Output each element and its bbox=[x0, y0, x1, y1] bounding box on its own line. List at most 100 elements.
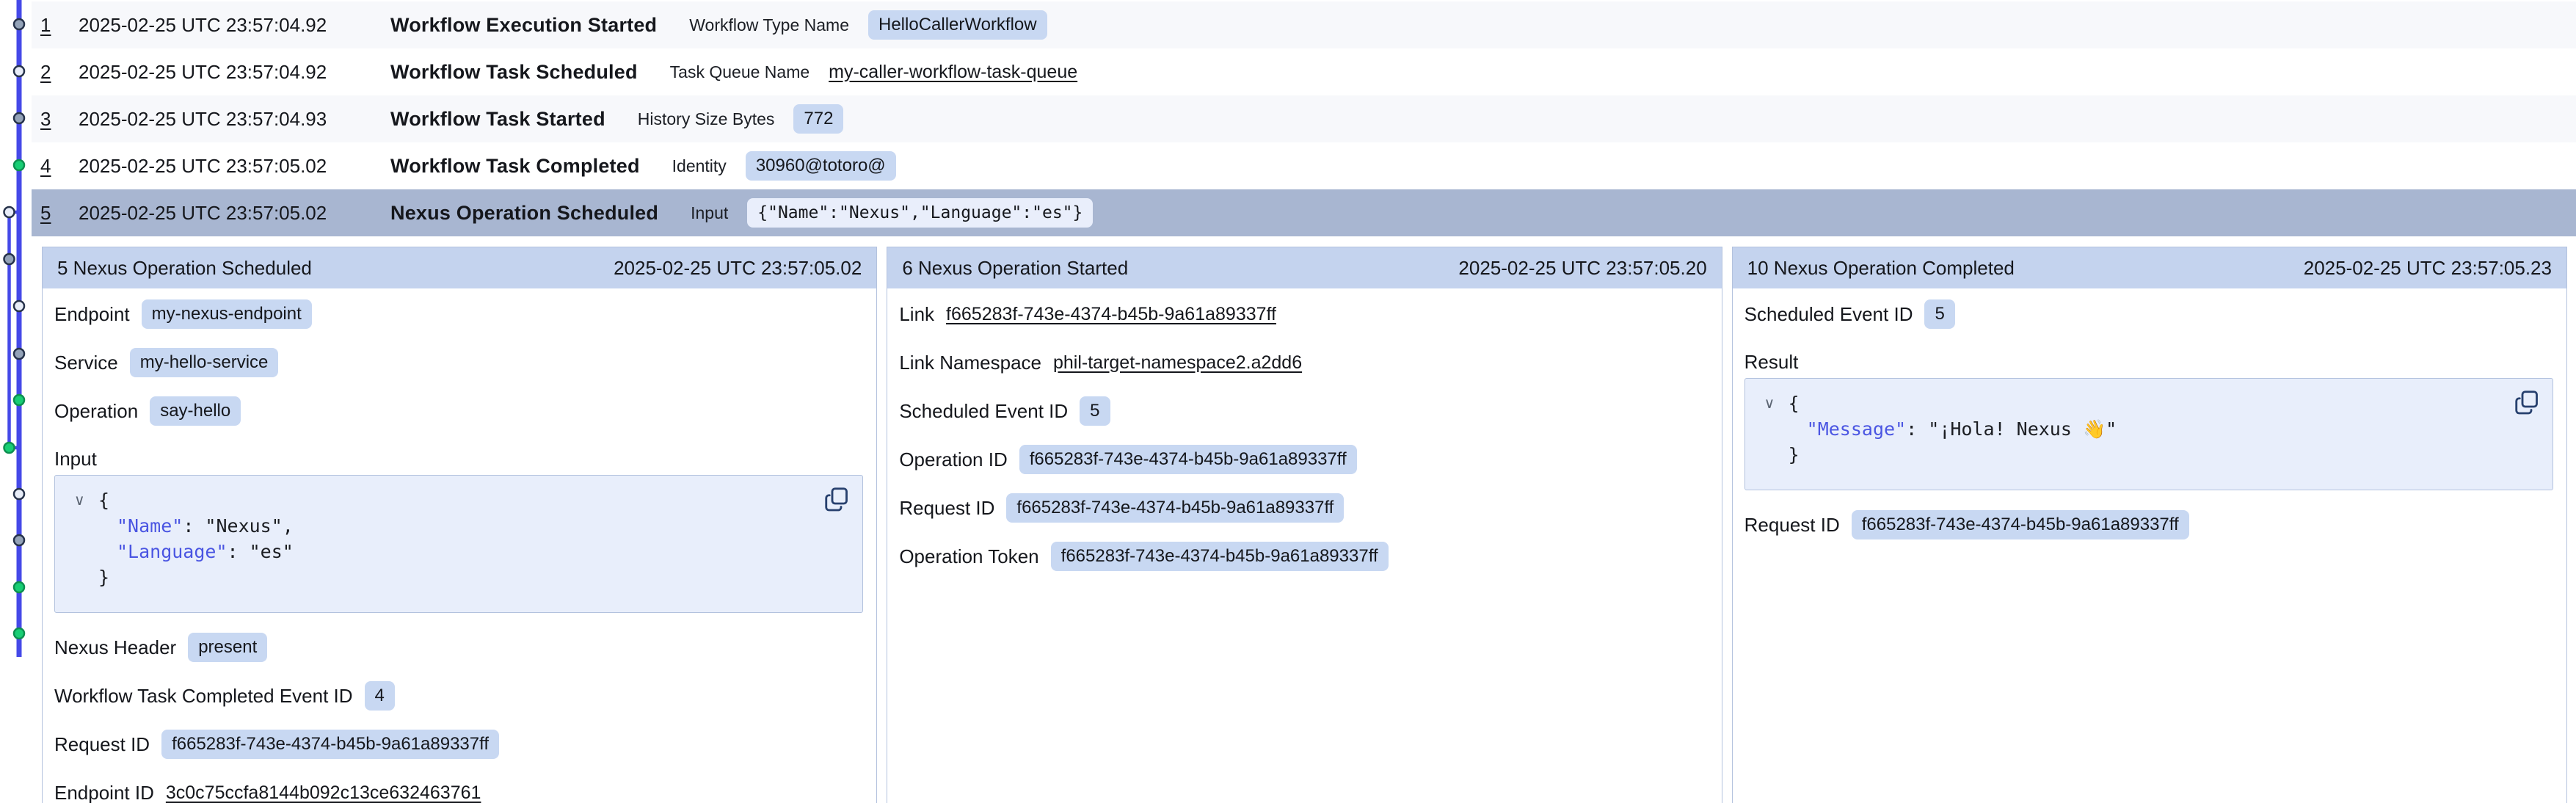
event-status-dot-started bbox=[14, 349, 24, 359]
json-line: } bbox=[74, 564, 848, 590]
panel-body: Link f665283f-743e-4374-b45b-9a61a89337f… bbox=[887, 288, 1721, 572]
event-history-rows: 1 2025-02-25 UTC 23:57:04.92 Workflow Ex… bbox=[32, 1, 2576, 236]
json-brace: { bbox=[1789, 390, 1800, 416]
panel-title: 6 Nexus Operation Started bbox=[902, 257, 1128, 280]
panel-nexus-operation-scheduled: 5 Nexus Operation Scheduled 2025-02-25 U… bbox=[42, 247, 877, 803]
panel-body: Scheduled Event ID 5 Result ∨{ "Message"… bbox=[1733, 288, 2566, 540]
field-request-id: Request ID f665283f-743e-4374-b45b-9a61a… bbox=[1744, 509, 2555, 540]
field-value-badge: present bbox=[188, 633, 267, 662]
copy-button[interactable] bbox=[2513, 389, 2541, 417]
event-attr-label: Identity bbox=[672, 156, 727, 176]
event-status-dot-scheduled bbox=[14, 489, 24, 499]
field-operation: Operation say-hello bbox=[54, 396, 865, 426]
copy-icon bbox=[2514, 389, 2540, 415]
event-id-link[interactable]: 1 bbox=[40, 14, 61, 37]
event-status-dot-scheduled bbox=[4, 207, 15, 217]
json-brace: } bbox=[1789, 442, 1800, 468]
event-id-link[interactable]: 3 bbox=[40, 108, 61, 131]
json-viewer-result: ∨{ "Message": "¡Hola! Nexus 👋" } bbox=[1744, 378, 2553, 490]
event-status-dot-completed bbox=[14, 395, 24, 405]
event-name: Workflow Task Scheduled bbox=[390, 61, 638, 84]
json-brace: } bbox=[98, 564, 109, 590]
field-workflow-task-completed-event-id: Workflow Task Completed Event ID 4 bbox=[54, 680, 865, 711]
event-timestamp: 2025-02-25 UTC 23:57:04.92 bbox=[79, 61, 368, 84]
field-label: Link Namespace bbox=[899, 352, 1041, 374]
event-id-link[interactable]: 5 bbox=[40, 202, 61, 225]
field-operation-id: Operation ID f665283f-743e-4374-b45b-9a6… bbox=[899, 444, 1709, 475]
copy-button[interactable] bbox=[823, 486, 851, 514]
field-endpoint-id: Endpoint ID 3c0c75ccfa8144b092c13ce63246… bbox=[54, 777, 865, 803]
event-status-dot-completed bbox=[14, 582, 24, 592]
field-input-label: Input bbox=[54, 444, 865, 470]
field-label: Operation Token bbox=[899, 545, 1038, 568]
field-request-id: Request ID f665283f-743e-4374-b45b-9a61a… bbox=[899, 493, 1709, 523]
field-label: Link bbox=[899, 303, 934, 326]
collapse-chevron-icon[interactable]: ∨ bbox=[1764, 390, 1789, 416]
copy-icon bbox=[823, 486, 850, 512]
event-status-dot-scheduled bbox=[14, 301, 24, 311]
field-result-label: Result bbox=[1744, 347, 2555, 374]
json-value: : "¡Hola! Nexus 👋" bbox=[1906, 416, 2117, 442]
json-viewer-input: ∨{ "Name": "Nexus", "Language": "es" } bbox=[54, 475, 863, 613]
event-attr-value-badge: {"Name":"Nexus","Language":"es"} bbox=[747, 198, 1093, 228]
event-status-dot-started bbox=[4, 254, 15, 264]
event-attr-value-badge: 772 bbox=[793, 104, 843, 134]
event-status-dot-started bbox=[14, 535, 24, 545]
link-value-link[interactable]: f665283f-743e-4374-b45b-9a61a89337ff bbox=[946, 304, 1276, 325]
field-value-badge: 5 bbox=[1924, 299, 1954, 329]
event-id-link[interactable]: 2 bbox=[40, 61, 61, 84]
event-detail-panels: 5 Nexus Operation Scheduled 2025-02-25 U… bbox=[42, 247, 2567, 803]
link-namespace-link[interactable]: phil-target-namespace2.a2dd6 bbox=[1053, 352, 1302, 374]
event-row-selected[interactable]: 5 2025-02-25 UTC 23:57:05.02 Nexus Opera… bbox=[32, 189, 2576, 236]
event-status-dot-scheduled bbox=[14, 66, 24, 76]
field-link-namespace: Link Namespace phil-target-namespace2.a2… bbox=[899, 347, 1709, 378]
field-label: Endpoint bbox=[54, 303, 130, 326]
event-timestamp: 2025-02-25 UTC 23:57:04.93 bbox=[79, 108, 368, 131]
event-attr-label: Workflow Type Name bbox=[689, 15, 849, 35]
event-row[interactable]: 3 2025-02-25 UTC 23:57:04.93 Workflow Ta… bbox=[32, 95, 2576, 142]
field-value-badge: f665283f-743e-4374-b45b-9a61a89337ff bbox=[1852, 510, 2189, 539]
field-scheduled-event-id: Scheduled Event ID 5 bbox=[1744, 299, 2555, 330]
json-line: ∨{ bbox=[1764, 390, 2538, 416]
field-value-badge: my-nexus-endpoint bbox=[142, 299, 312, 329]
field-value-badge: f665283f-743e-4374-b45b-9a61a89337ff bbox=[1019, 445, 1357, 474]
panel-header: 10 Nexus Operation Completed 2025-02-25 … bbox=[1733, 247, 2566, 288]
field-nexus-header: Nexus Header present bbox=[54, 632, 865, 663]
event-id-link[interactable]: 4 bbox=[40, 155, 61, 178]
field-request-id: Request ID f665283f-743e-4374-b45b-9a61a… bbox=[54, 729, 865, 760]
event-row[interactable]: 4 2025-02-25 UTC 23:57:05.02 Workflow Ta… bbox=[32, 142, 2576, 189]
task-queue-link[interactable]: my-caller-workflow-task-queue bbox=[829, 62, 1077, 83]
event-status-dot-completed bbox=[4, 443, 15, 453]
event-attr-label: Input bbox=[691, 203, 728, 223]
endpoint-id-link[interactable]: 3c0c75ccfa8144b092c13ce632463761 bbox=[166, 782, 481, 803]
event-timestamp: 2025-02-25 UTC 23:57:05.02 bbox=[79, 155, 368, 178]
event-name: Nexus Operation Scheduled bbox=[390, 202, 658, 225]
json-key: "Message" bbox=[1807, 416, 1906, 442]
timeline-branch-line bbox=[7, 212, 11, 448]
collapse-chevron-icon[interactable]: ∨ bbox=[74, 487, 98, 513]
panel-body: Endpoint my-nexus-endpoint Service my-he… bbox=[43, 288, 876, 803]
field-value-badge: 4 bbox=[365, 681, 395, 711]
json-line: "Message": "¡Hola! Nexus 👋" bbox=[1764, 416, 2538, 442]
timeline-main-line bbox=[17, 0, 22, 657]
event-row[interactable]: 1 2025-02-25 UTC 23:57:04.92 Workflow Ex… bbox=[32, 1, 2576, 48]
json-line: "Name": "Nexus", bbox=[74, 513, 848, 539]
json-line: ∨{ bbox=[74, 487, 848, 513]
event-name: Workflow Execution Started bbox=[390, 14, 657, 37]
panel-nexus-operation-started: 6 Nexus Operation Started 2025-02-25 UTC… bbox=[887, 247, 1722, 803]
json-line: "Language": "es" bbox=[74, 539, 848, 564]
panel-timestamp: 2025-02-25 UTC 23:57:05.02 bbox=[614, 257, 862, 280]
field-endpoint: Endpoint my-nexus-endpoint bbox=[54, 299, 865, 330]
panel-title: 10 Nexus Operation Completed bbox=[1747, 257, 2015, 280]
event-row[interactable]: 2 2025-02-25 UTC 23:57:04.92 Workflow Ta… bbox=[32, 48, 2576, 95]
json-line: } bbox=[1764, 442, 2538, 468]
event-attr-value-badge: 30960@totoro@ bbox=[746, 151, 896, 181]
field-value-badge: 5 bbox=[1080, 396, 1110, 426]
event-attr-label: Task Queue Name bbox=[670, 62, 809, 82]
field-value-badge: f665283f-743e-4374-b45b-9a61a89337ff bbox=[1051, 542, 1389, 571]
field-label: Request ID bbox=[54, 733, 150, 756]
field-label: Scheduled Event ID bbox=[899, 400, 1068, 423]
json-value: : "es" bbox=[228, 539, 294, 564]
event-name: Workflow Task Completed bbox=[390, 155, 640, 178]
field-link: Link f665283f-743e-4374-b45b-9a61a89337f… bbox=[899, 299, 1709, 330]
